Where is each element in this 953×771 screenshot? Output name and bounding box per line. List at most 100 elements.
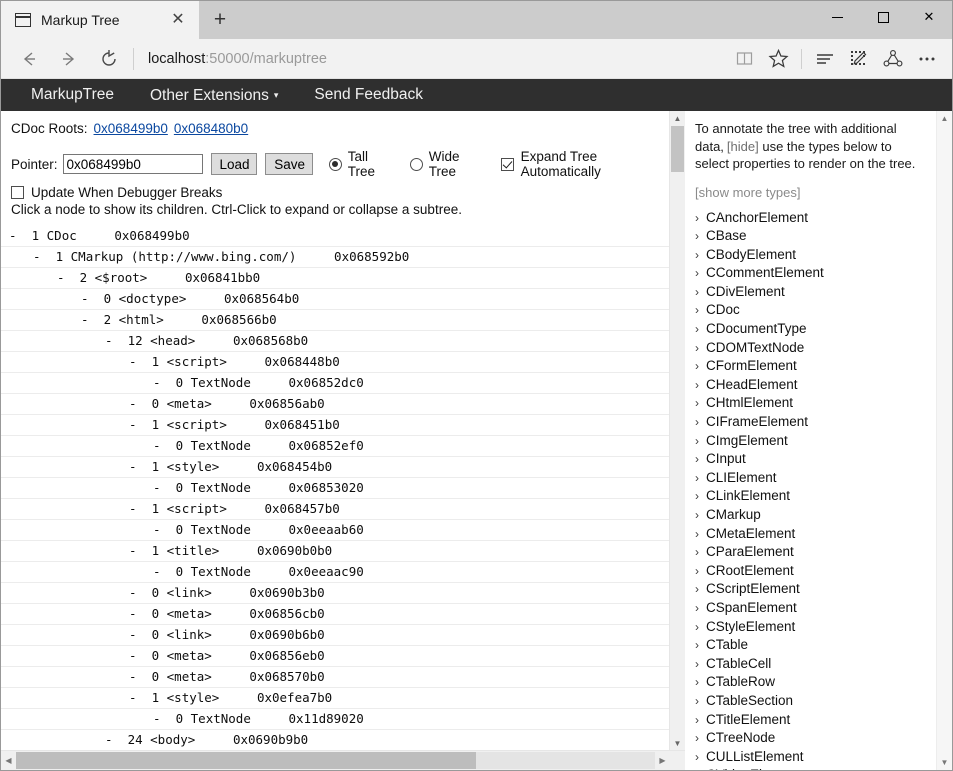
tree-row[interactable]: - 0 TextNode 0x06852dc0 [1,373,685,394]
tree-expander-icon[interactable]: - [129,606,152,621]
type-list-item[interactable]: › CHtmlElement [695,394,927,413]
tree-row[interactable]: - 0 TextNode 0x0eeaac90 [1,562,685,583]
type-list-item[interactable]: › CVideoElement [695,766,927,770]
tree-vertical-scrollbar[interactable]: ▲ ▼ [669,111,685,751]
pointer-input[interactable] [62,154,203,174]
tree-expander-icon[interactable]: - [81,291,104,306]
reading-view-icon[interactable] [727,43,761,75]
address-bar[interactable]: localhost:50000/markuptree [144,51,727,67]
tree-expander-icon[interactable]: - [153,438,176,453]
type-list-item[interactable]: › CMetaElement [695,525,927,544]
type-list-item[interactable]: › CBase [695,227,927,246]
scroll-down-icon[interactable]: ▼ [937,755,952,770]
hide-link[interactable]: [hide] [727,139,759,154]
tree-hscroll-thumb[interactable] [16,752,476,769]
tree-expander-icon[interactable]: - [9,228,32,243]
scroll-left-icon[interactable]: ◀ [1,751,16,769]
tree-expander-icon[interactable]: - [153,564,176,579]
cdoc-root-link-2[interactable]: 0x068480b0 [174,121,248,136]
tree-expander-icon[interactable]: - [129,585,152,600]
type-list-item[interactable]: › CTitleElement [695,711,927,730]
type-list-item[interactable]: › CTableSection [695,692,927,711]
expand-auto-checkbox[interactable] [500,157,518,171]
tree-vscroll-thumb[interactable] [671,126,684,172]
favorites-star-icon[interactable] [761,43,795,75]
tree-expander-icon[interactable]: - [129,459,152,474]
tree-expander-icon[interactable]: - [129,543,152,558]
type-list-item[interactable]: › CParaElement [695,543,927,562]
type-list-item[interactable]: › CStyleElement [695,618,927,637]
scroll-down-icon[interactable]: ▼ [670,736,685,751]
tree-expander-icon[interactable]: - [57,270,80,285]
browser-tab[interactable]: Markup Tree ✕ [1,1,199,39]
web-note-icon[interactable] [842,43,876,75]
save-button[interactable]: Save [265,153,313,175]
type-list-item[interactable]: › CLIElement [695,469,927,488]
tree-row[interactable]: - 1 CDoc 0x068499b0 [1,226,685,247]
tree-horizontal-scrollbar[interactable]: ◀ ▶ [1,750,685,770]
share-icon[interactable] [876,43,910,75]
window-maximize-icon[interactable] [860,1,906,33]
type-list-item[interactable]: › CFormElement [695,357,927,376]
tree-row[interactable]: - 0 TextNode 0x0eeaab60 [1,520,685,541]
tree-row[interactable]: - 2 <html> 0x068566b0 [1,310,685,331]
tree-row[interactable]: - 0 <link> 0x0690b6b0 [1,625,685,646]
annotation-vertical-scrollbar[interactable]: ▲ ▼ [936,111,952,770]
type-list-item[interactable]: › CDOMTextNode [695,339,927,358]
tree-expander-icon[interactable]: - [153,375,176,390]
type-list-item[interactable]: › CMarkup [695,506,927,525]
tree-row[interactable]: - 1 <title> 0x0690b0b0 [1,541,685,562]
tree-row[interactable]: - 1 <script> 0x068451b0 [1,415,685,436]
tree-expander-icon[interactable]: - [153,522,176,537]
scroll-up-icon[interactable]: ▲ [937,111,952,126]
tree-row[interactable]: - 0 TextNode 0x06852ef0 [1,436,685,457]
type-list-item[interactable]: › CBodyElement [695,246,927,265]
tab-close-icon[interactable]: ✕ [165,7,191,33]
back-arrow-icon[interactable] [9,42,49,76]
type-list-item[interactable]: › CDocumentType [695,320,927,339]
wide-tree-radio[interactable] [409,157,426,171]
type-list-item[interactable]: › CTreeNode [695,729,927,748]
tree-row[interactable]: - 0 <meta> 0x06856cb0 [1,604,685,625]
cdoc-root-link-1[interactable]: 0x068499b0 [94,121,168,136]
type-list-item[interactable]: › CScriptElement [695,580,927,599]
type-list-item[interactable]: › CTable [695,636,927,655]
tree-expander-icon[interactable]: - [129,669,152,684]
type-list-item[interactable]: › CLinkElement [695,487,927,506]
type-list-item[interactable]: › CImgElement [695,432,927,451]
type-list-item[interactable]: › CDivElement [695,283,927,302]
tree-expander-icon[interactable]: - [129,396,152,411]
window-minimize-icon[interactable] [814,1,860,33]
tree-expander-icon[interactable]: - [105,333,128,348]
window-close-icon[interactable]: ✕ [906,1,952,33]
tree-row[interactable]: - 1 <script> 0x068448b0 [1,352,685,373]
tree-row[interactable]: - 0 <meta> 0x06856eb0 [1,646,685,667]
scroll-up-icon[interactable]: ▲ [670,111,685,126]
tree-expander-icon[interactable]: - [81,312,104,327]
update-debugger-checkbox[interactable] [11,186,28,199]
tree-expander-icon[interactable]: - [129,417,152,432]
tree-row[interactable]: - 1 <script> 0x068457b0 [1,499,685,520]
type-list-item[interactable]: › CRootElement [695,562,927,581]
type-list-item[interactable]: › CSpanElement [695,599,927,618]
tree-row[interactable]: - 0 <meta> 0x068570b0 [1,667,685,688]
tree-expander-icon[interactable]: - [153,480,176,495]
type-list-item[interactable]: › CCommentElement [695,264,927,283]
tree-row[interactable]: - 0 TextNode 0x06853020 [1,478,685,499]
tree-row[interactable]: - 1 <style> 0x068454b0 [1,457,685,478]
tree-row[interactable]: - 0 <doctype> 0x068564b0 [1,289,685,310]
type-list-item[interactable]: › CInput [695,450,927,469]
tree-row[interactable]: - 0 TextNode 0x11d89020 [1,709,685,730]
refresh-icon[interactable] [89,42,129,76]
tall-tree-radio[interactable] [328,157,345,171]
nav-item-markuptree[interactable]: MarkupTree [13,79,132,111]
type-list-item[interactable]: › CDoc [695,301,927,320]
tree-expander-icon[interactable]: - [129,690,152,705]
tree-row[interactable]: - 24 <body> 0x0690b9b0 [1,730,685,751]
forward-arrow-icon[interactable] [49,42,89,76]
type-list-item[interactable]: › CIFrameElement [695,413,927,432]
type-list-item[interactable]: › CTableRow [695,673,927,692]
hub-icon[interactable] [808,43,842,75]
tree-row[interactable]: - 1 CMarkup (http://www.bing.com/) 0x068… [1,247,685,268]
show-more-types-link[interactable]: [show more types] [695,185,927,200]
